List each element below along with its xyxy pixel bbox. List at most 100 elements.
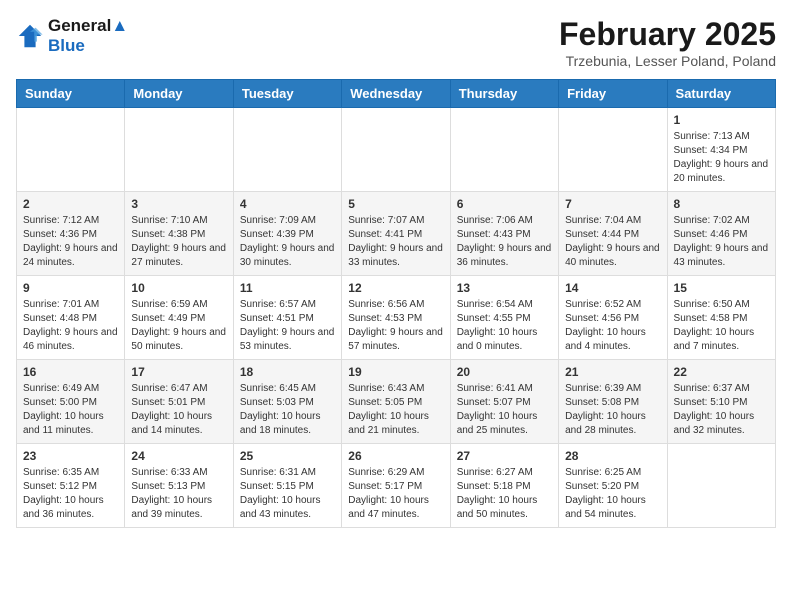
day-info: Sunrise: 6:33 AM Sunset: 5:13 PM Dayligh…	[131, 466, 226, 522]
calendar-day: 12 Sunrise: 6:56 AM Sunset: 4:53 PM Dayl…	[342, 276, 450, 360]
calendar-week-2: 2 Sunrise: 7:12 AM Sunset: 4:36 PM Dayli…	[17, 192, 776, 276]
title-block: February 2025 Trzebunia, Lesser Poland, …	[559, 16, 776, 69]
day-number: 28	[565, 449, 660, 463]
calendar-day	[450, 108, 558, 192]
day-info: Sunrise: 7:02 AM Sunset: 4:46 PM Dayligh…	[674, 214, 769, 270]
logo-icon	[16, 22, 44, 50]
calendar-day	[559, 108, 667, 192]
weekday-header-thursday: Thursday	[450, 80, 558, 108]
calendar-day	[233, 108, 341, 192]
calendar-table: SundayMondayTuesdayWednesdayThursdayFrid…	[16, 79, 776, 528]
calendar-day: 23 Sunrise: 6:35 AM Sunset: 5:12 PM Dayl…	[17, 444, 125, 528]
calendar-day: 16 Sunrise: 6:49 AM Sunset: 5:00 PM Dayl…	[17, 360, 125, 444]
day-info: Sunrise: 6:41 AM Sunset: 5:07 PM Dayligh…	[457, 382, 552, 438]
day-number: 24	[131, 449, 226, 463]
day-number: 10	[131, 281, 226, 295]
weekday-header-sunday: Sunday	[17, 80, 125, 108]
calendar-day: 1 Sunrise: 7:13 AM Sunset: 4:34 PM Dayli…	[667, 108, 775, 192]
day-number: 19	[348, 365, 443, 379]
weekday-header-friday: Friday	[559, 80, 667, 108]
logo-text: General▲ Blue	[48, 16, 128, 56]
day-number: 20	[457, 365, 552, 379]
logo: General▲ Blue	[16, 16, 128, 56]
calendar-day: 28 Sunrise: 6:25 AM Sunset: 5:20 PM Dayl…	[559, 444, 667, 528]
page-header: General▲ Blue February 2025 Trzebunia, L…	[16, 16, 776, 69]
day-info: Sunrise: 7:09 AM Sunset: 4:39 PM Dayligh…	[240, 214, 335, 270]
weekday-header-saturday: Saturday	[667, 80, 775, 108]
calendar-day: 9 Sunrise: 7:01 AM Sunset: 4:48 PM Dayli…	[17, 276, 125, 360]
calendar-day	[125, 108, 233, 192]
day-info: Sunrise: 6:39 AM Sunset: 5:08 PM Dayligh…	[565, 382, 660, 438]
day-info: Sunrise: 7:13 AM Sunset: 4:34 PM Dayligh…	[674, 130, 769, 186]
day-number: 22	[674, 365, 769, 379]
weekday-header-row: SundayMondayTuesdayWednesdayThursdayFrid…	[17, 80, 776, 108]
day-info: Sunrise: 6:56 AM Sunset: 4:53 PM Dayligh…	[348, 298, 443, 354]
day-number: 11	[240, 281, 335, 295]
calendar-day	[667, 444, 775, 528]
calendar-day: 25 Sunrise: 6:31 AM Sunset: 5:15 PM Dayl…	[233, 444, 341, 528]
calendar-week-1: 1 Sunrise: 7:13 AM Sunset: 4:34 PM Dayli…	[17, 108, 776, 192]
day-info: Sunrise: 6:43 AM Sunset: 5:05 PM Dayligh…	[348, 382, 443, 438]
day-number: 26	[348, 449, 443, 463]
calendar-day: 6 Sunrise: 7:06 AM Sunset: 4:43 PM Dayli…	[450, 192, 558, 276]
day-info: Sunrise: 7:01 AM Sunset: 4:48 PM Dayligh…	[23, 298, 118, 354]
day-number: 27	[457, 449, 552, 463]
day-info: Sunrise: 7:04 AM Sunset: 4:44 PM Dayligh…	[565, 214, 660, 270]
calendar-day: 15 Sunrise: 6:50 AM Sunset: 4:58 PM Dayl…	[667, 276, 775, 360]
calendar-day: 10 Sunrise: 6:59 AM Sunset: 4:49 PM Dayl…	[125, 276, 233, 360]
day-info: Sunrise: 6:47 AM Sunset: 5:01 PM Dayligh…	[131, 382, 226, 438]
calendar-day: 2 Sunrise: 7:12 AM Sunset: 4:36 PM Dayli…	[17, 192, 125, 276]
day-number: 15	[674, 281, 769, 295]
calendar-day: 8 Sunrise: 7:02 AM Sunset: 4:46 PM Dayli…	[667, 192, 775, 276]
calendar-week-4: 16 Sunrise: 6:49 AM Sunset: 5:00 PM Dayl…	[17, 360, 776, 444]
calendar-day: 11 Sunrise: 6:57 AM Sunset: 4:51 PM Dayl…	[233, 276, 341, 360]
calendar-day: 18 Sunrise: 6:45 AM Sunset: 5:03 PM Dayl…	[233, 360, 341, 444]
calendar-day: 21 Sunrise: 6:39 AM Sunset: 5:08 PM Dayl…	[559, 360, 667, 444]
day-info: Sunrise: 7:12 AM Sunset: 4:36 PM Dayligh…	[23, 214, 118, 270]
calendar-day: 13 Sunrise: 6:54 AM Sunset: 4:55 PM Dayl…	[450, 276, 558, 360]
day-number: 3	[131, 197, 226, 211]
day-info: Sunrise: 6:27 AM Sunset: 5:18 PM Dayligh…	[457, 466, 552, 522]
calendar-week-3: 9 Sunrise: 7:01 AM Sunset: 4:48 PM Dayli…	[17, 276, 776, 360]
day-info: Sunrise: 6:49 AM Sunset: 5:00 PM Dayligh…	[23, 382, 118, 438]
calendar-day	[342, 108, 450, 192]
day-info: Sunrise: 6:25 AM Sunset: 5:20 PM Dayligh…	[565, 466, 660, 522]
day-number: 2	[23, 197, 118, 211]
day-number: 6	[457, 197, 552, 211]
day-number: 9	[23, 281, 118, 295]
day-number: 12	[348, 281, 443, 295]
day-info: Sunrise: 7:07 AM Sunset: 4:41 PM Dayligh…	[348, 214, 443, 270]
calendar-day: 24 Sunrise: 6:33 AM Sunset: 5:13 PM Dayl…	[125, 444, 233, 528]
day-info: Sunrise: 6:52 AM Sunset: 4:56 PM Dayligh…	[565, 298, 660, 354]
day-info: Sunrise: 6:50 AM Sunset: 4:58 PM Dayligh…	[674, 298, 769, 354]
day-number: 16	[23, 365, 118, 379]
day-info: Sunrise: 6:57 AM Sunset: 4:51 PM Dayligh…	[240, 298, 335, 354]
day-info: Sunrise: 6:31 AM Sunset: 5:15 PM Dayligh…	[240, 466, 335, 522]
day-info: Sunrise: 7:10 AM Sunset: 4:38 PM Dayligh…	[131, 214, 226, 270]
calendar-day: 5 Sunrise: 7:07 AM Sunset: 4:41 PM Dayli…	[342, 192, 450, 276]
day-number: 8	[674, 197, 769, 211]
calendar-day: 14 Sunrise: 6:52 AM Sunset: 4:56 PM Dayl…	[559, 276, 667, 360]
location: Trzebunia, Lesser Poland, Poland	[559, 53, 776, 69]
day-number: 21	[565, 365, 660, 379]
weekday-header-tuesday: Tuesday	[233, 80, 341, 108]
day-info: Sunrise: 6:37 AM Sunset: 5:10 PM Dayligh…	[674, 382, 769, 438]
calendar-day	[17, 108, 125, 192]
weekday-header-wednesday: Wednesday	[342, 80, 450, 108]
day-number: 17	[131, 365, 226, 379]
day-number: 7	[565, 197, 660, 211]
day-info: Sunrise: 7:06 AM Sunset: 4:43 PM Dayligh…	[457, 214, 552, 270]
day-number: 4	[240, 197, 335, 211]
day-info: Sunrise: 6:35 AM Sunset: 5:12 PM Dayligh…	[23, 466, 118, 522]
day-info: Sunrise: 6:59 AM Sunset: 4:49 PM Dayligh…	[131, 298, 226, 354]
calendar-day: 20 Sunrise: 6:41 AM Sunset: 5:07 PM Dayl…	[450, 360, 558, 444]
day-info: Sunrise: 6:45 AM Sunset: 5:03 PM Dayligh…	[240, 382, 335, 438]
calendar-day: 7 Sunrise: 7:04 AM Sunset: 4:44 PM Dayli…	[559, 192, 667, 276]
calendar-day: 4 Sunrise: 7:09 AM Sunset: 4:39 PM Dayli…	[233, 192, 341, 276]
calendar-week-5: 23 Sunrise: 6:35 AM Sunset: 5:12 PM Dayl…	[17, 444, 776, 528]
day-number: 13	[457, 281, 552, 295]
month-title: February 2025	[559, 16, 776, 53]
calendar-day: 22 Sunrise: 6:37 AM Sunset: 5:10 PM Dayl…	[667, 360, 775, 444]
day-info: Sunrise: 6:54 AM Sunset: 4:55 PM Dayligh…	[457, 298, 552, 354]
weekday-header-monday: Monday	[125, 80, 233, 108]
